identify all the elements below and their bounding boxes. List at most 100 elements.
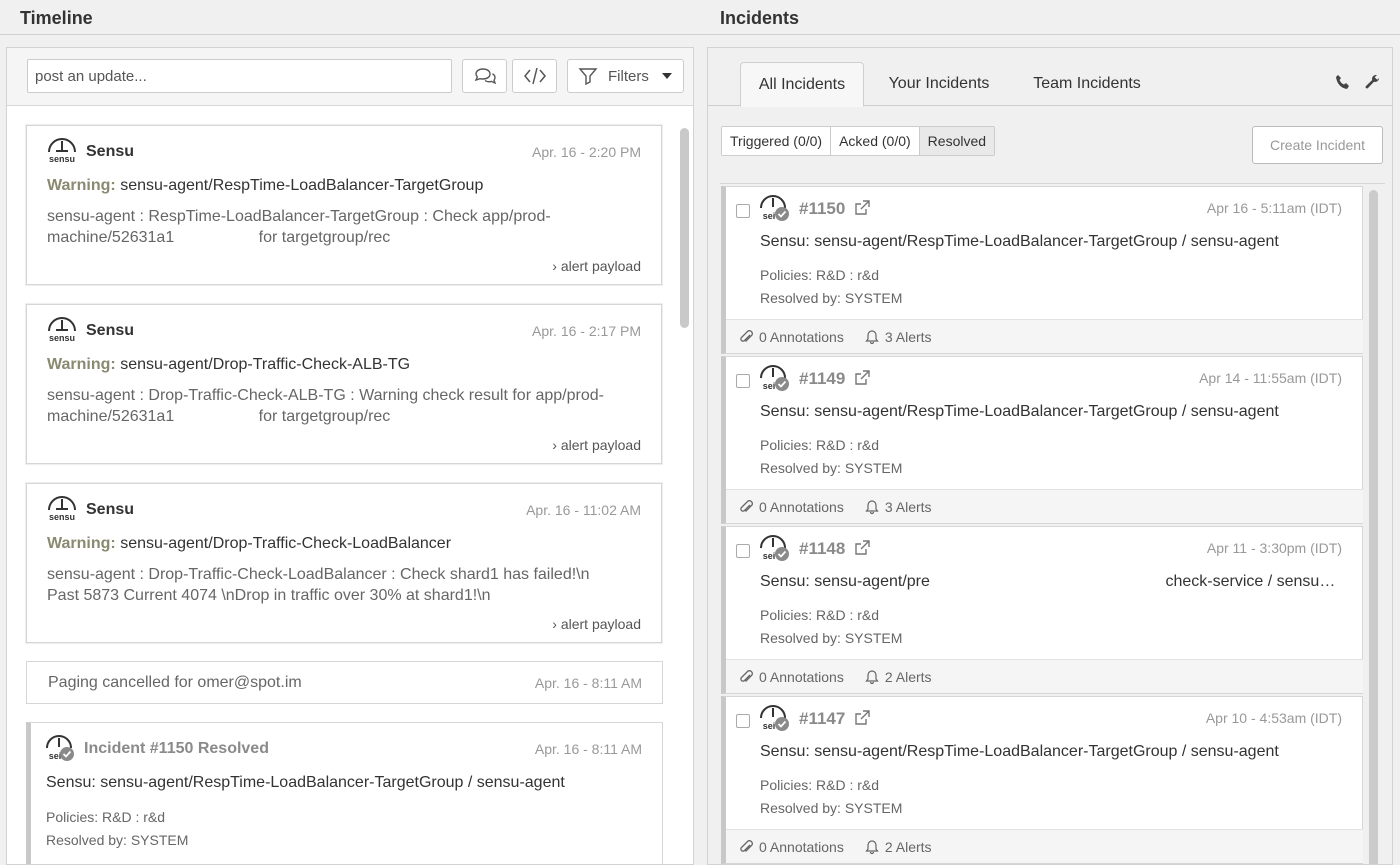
phone-icon[interactable] xyxy=(1335,74,1351,90)
entry-body: sensu-agent : Drop-Traffic-Check-ALB-TG … xyxy=(47,385,607,427)
entry-body-line: Past 5873 Current 4074 \nDrop in traffic… xyxy=(47,587,491,604)
incident-checkbox[interactable] xyxy=(736,714,750,728)
entry-time: Apr. 16 - 11:02 AM xyxy=(526,502,641,518)
filters-button[interactable]: Filters xyxy=(567,59,684,93)
incident-number[interactable]: #1148 xyxy=(799,539,845,559)
tab-your-incidents[interactable]: Your Incidents xyxy=(873,62,1005,106)
annotations-count: 0 Annotations xyxy=(759,328,844,345)
warning-check: sensu-agent/RespTime-LoadBalancer-Target… xyxy=(120,177,484,194)
entry-author: Sensu xyxy=(86,143,135,160)
external-link-icon[interactable] xyxy=(853,369,871,387)
incident-summary: Sensu: sensu-agent/RespTime-LoadBalancer… xyxy=(760,743,1279,760)
incident-status-filter: Triggered (0/0) Acked (0/0) Resolved xyxy=(721,126,996,156)
incident-checkbox[interactable] xyxy=(736,374,750,388)
incident-policies: Policies: R&D : r&d xyxy=(760,437,880,453)
code-button[interactable] xyxy=(512,59,557,93)
incident-policies: Policies: R&D : r&d xyxy=(760,267,880,283)
timeline-entry: sensu Sensu Apr. 16 - 11:02 AM Warning: … xyxy=(26,483,662,643)
caret-down-icon xyxy=(661,73,672,79)
svg-text:sei: sei xyxy=(763,211,776,221)
wrench-icon[interactable] xyxy=(1365,74,1381,90)
svg-text:sei: sei xyxy=(763,381,776,391)
incident-time: Apr 14 - 11:55am (IDT) xyxy=(1199,370,1342,386)
entry-warning: Warning: sensu-agent/RespTime-LoadBalanc… xyxy=(47,177,483,195)
check-badge-icon: sei xyxy=(760,705,789,731)
incident-footer: 0 Annotations 2 Alerts xyxy=(726,659,1363,693)
incident-scrollbar[interactable] xyxy=(1369,190,1378,864)
alerts-link[interactable]: 2 Alerts xyxy=(864,669,932,685)
annotations-link[interactable]: 0 Annotations xyxy=(738,499,844,515)
entry-time: Apr. 16 - 2:17 PM xyxy=(532,323,641,339)
svg-text:sensu: sensu xyxy=(49,154,75,163)
filter-triggered[interactable]: Triggered (0/0) xyxy=(722,127,832,155)
incident-resolved-by: Resolved by: SYSTEM xyxy=(760,630,903,646)
incident-footer: 0 Annotations 2 Alerts xyxy=(726,829,1363,863)
tab-team-incidents[interactable]: Team Incidents xyxy=(1018,62,1156,106)
incident-resolved-by: Resolved by: SYSTEM xyxy=(760,290,903,306)
incident-policies: Policies: R&D : r&d xyxy=(760,777,880,793)
entry-body-line: sensu-agent : RespTime-LoadBalancer-Targ… xyxy=(47,208,551,225)
alerts-link[interactable]: 3 Alerts xyxy=(864,329,932,345)
incident-card[interactable]: sei #1150 Apr 16 - 5:11am (IDT) Sensu: s… xyxy=(721,186,1363,354)
incidents-panel: All Incidents Your Incidents Team Incide… xyxy=(707,47,1393,865)
annotations-link[interactable]: 0 Annotations xyxy=(738,329,844,345)
warning-label: Warning: xyxy=(47,177,116,194)
paging-text: Paging cancelled for omer@spot.im xyxy=(48,674,302,691)
sensu-logo-icon: sensu xyxy=(48,317,76,342)
external-link-icon[interactable] xyxy=(853,199,871,217)
incident-number[interactable]: #1150 xyxy=(799,199,845,219)
incident-resolved-by: Resolved by: SYSTEM xyxy=(760,800,903,816)
external-link-icon[interactable] xyxy=(853,709,871,727)
create-incident-button[interactable]: Create Incident xyxy=(1252,126,1383,164)
incident-card[interactable]: sei #1148 Apr 11 - 3:30pm (IDT) Sensu: s… xyxy=(721,526,1363,694)
incident-summary: Sensu: sensu-agent/RespTime-LoadBalancer… xyxy=(760,233,1279,250)
warning-label: Warning: xyxy=(47,535,116,552)
alerts-link[interactable]: 3 Alerts xyxy=(864,499,932,515)
annotations-link[interactable]: 0 Annotations xyxy=(738,839,844,855)
alert-payload-link[interactable]: › alert payload xyxy=(552,258,641,274)
annotations-link[interactable]: 0 Annotations xyxy=(738,669,844,685)
entry-body-line: sensu-agent : Drop-Traffic-Check-LoadBal… xyxy=(47,566,590,583)
paperclip-icon xyxy=(740,329,753,342)
svg-text:sensu: sensu xyxy=(49,333,75,342)
svg-text:sei: sei xyxy=(763,721,776,731)
entry-author: Sensu xyxy=(86,501,135,518)
timeline-scrollbar[interactable] xyxy=(680,128,689,328)
code-icon xyxy=(523,67,546,85)
alerts-link[interactable]: 2 Alerts xyxy=(864,839,932,855)
timeline-entry: sensu Sensu Apr. 16 - 2:17 PM Warning: s… xyxy=(26,304,662,464)
paperclip-icon xyxy=(740,669,753,682)
alert-payload-label: alert payload xyxy=(560,616,641,632)
timeline-toolbar: Filters xyxy=(7,48,693,106)
timeline-entry: sensu Sensu Apr. 16 - 2:20 PM Warning: s… xyxy=(26,125,662,285)
alert-payload-link[interactable]: › alert payload xyxy=(552,437,641,453)
bell-icon xyxy=(865,329,879,344)
entry-body: sensu-agent : Drop-Traffic-Check-LoadBal… xyxy=(47,564,607,606)
sensu-logo-icon: sensu xyxy=(48,496,76,521)
alert-payload-label: alert payload xyxy=(560,258,641,274)
filter-acked[interactable]: Acked (0/0) xyxy=(831,127,920,155)
incident-checkbox[interactable] xyxy=(736,204,750,218)
filter-resolved[interactable]: Resolved xyxy=(919,127,995,155)
paperclip-icon xyxy=(740,499,753,512)
alert-payload-link[interactable]: › alert payload xyxy=(552,616,641,632)
entry-time: Apr. 16 - 2:20 PM xyxy=(532,144,641,160)
external-link-icon[interactable] xyxy=(853,539,871,557)
tab-all-incidents[interactable]: All Incidents xyxy=(740,62,864,107)
incident-card[interactable]: sei #1147 Apr 10 - 4:53am (IDT) Sensu: s… xyxy=(721,696,1363,864)
resolved-summary: Sensu: sensu-agent/RespTime-LoadBalancer… xyxy=(46,774,565,791)
post-update-input[interactable] xyxy=(27,59,452,93)
svg-text:sei: sei xyxy=(763,551,776,561)
alert-payload-label: alert payload xyxy=(560,437,641,453)
incident-card[interactable]: sei #1149 Apr 14 - 11:55am (IDT) Sensu: … xyxy=(721,356,1363,524)
check-badge-icon: sei xyxy=(760,195,789,221)
incident-number[interactable]: #1147 xyxy=(799,709,845,729)
incident-checkbox[interactable] xyxy=(736,544,750,558)
alerts-count: 2 Alerts xyxy=(884,838,932,855)
comments-button[interactable] xyxy=(462,59,507,93)
resolved-title: Incident #1150 Resolved xyxy=(84,740,269,757)
comments-icon xyxy=(474,68,496,85)
incident-resolved-by: Resolved by: SYSTEM xyxy=(760,460,903,476)
paging-time: Apr. 16 - 8:11 AM xyxy=(534,675,642,691)
incident-number[interactable]: #1149 xyxy=(799,369,845,389)
